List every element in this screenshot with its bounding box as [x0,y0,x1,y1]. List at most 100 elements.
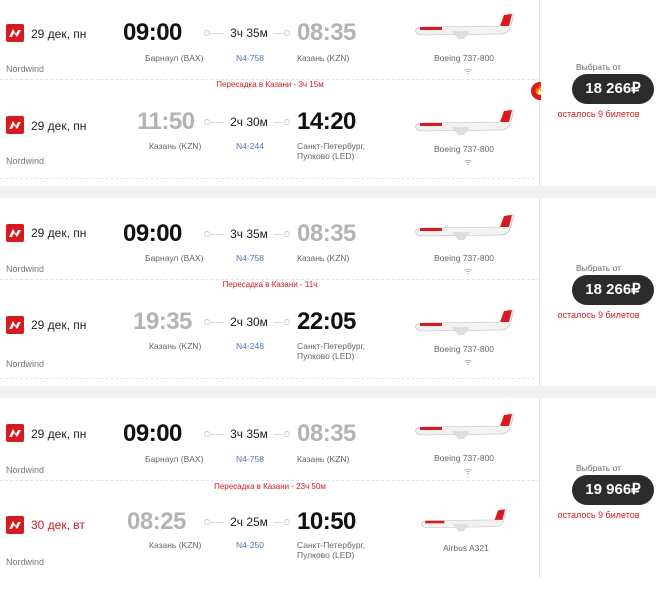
airline-name: Nordwind [6,264,45,274]
route-dot-icon [204,519,210,525]
route-dot-icon [204,119,210,125]
flight-segment: 30 дек, вт Nordwind 08:25 Казань (KZN) 2… [0,494,540,594]
arrival-time: 14:20 [297,108,356,135]
seats-left: осталось 9 билетов [557,310,640,320]
price-panel: Выбрать от 18 266₽ осталось 9 билетов [541,0,656,186]
flight-number[interactable]: N4-248 [230,341,270,351]
airline-name: Nordwind [6,156,45,166]
transfer-info: Пересадка в Казани - 23ч 50м [214,482,326,491]
aircraft-type: Boeing 737-800 [434,453,495,463]
transfer-info: Пересадка в Казани - 3ч 15м [216,80,324,89]
aircraft-type: Boeing 737-800 [434,253,495,263]
departure-time: 09:00 [123,220,182,247]
arrival-time: 08:35 [297,420,356,447]
price-button[interactable]: 18 266₽ [572,74,654,104]
arrival-city: Казань (KZN) [297,454,350,464]
arrival-time: 10:50 [297,508,356,535]
flight-number[interactable]: N4-244 [230,141,270,151]
wifi-icon: ᯤ [464,157,473,167]
aircraft-type: Boeing 737-800 [434,144,495,154]
departure-city: Барнаул (BAX) [145,454,204,464]
price-panel: Выбрать от 18 266₽ осталось 9 билетов [541,198,656,386]
route-dot-icon [204,30,210,36]
arrival-city: Санкт-Петербург, [297,141,365,151]
segment-date: 29 дек, пн [31,427,87,441]
departure-time: 09:00 [123,19,182,46]
flight-duration: 2ч 30м [224,315,274,329]
airline-name: Nordwind [6,557,45,567]
flight-number[interactable]: N4-758 [230,454,270,464]
wifi-icon: ᯤ [464,66,473,76]
flight-number[interactable]: N4-758 [230,53,270,63]
segment-date: 29 дек, пн [31,27,87,41]
aircraft-type: Airbus A321 [443,543,489,553]
offer-card[interactable]: 29 дек, пн Nordwind 09:00 Барнаул (BAX) … [0,398,656,578]
aircraft-type: Boeing 737-800 [434,344,495,354]
arrival-city: Санкт-Петербург, [297,341,365,351]
route-dot-icon [284,431,290,437]
arrival-time: 22:05 [297,308,356,335]
price-button[interactable]: 19 966₽ [572,475,654,505]
route-dot-icon [284,231,290,237]
divider [0,178,540,179]
wifi-icon: ᯤ [464,466,473,476]
airline-name: Nordwind [6,359,45,369]
divider [0,480,540,481]
price-panel: Выбрать от 19 966₽ осталось 9 билетов [541,398,656,578]
offer-card[interactable]: 29 дек, пн Nordwind 09:00 Барнаул (BAX) … [0,198,656,386]
nordwind-logo-icon [6,116,24,134]
flight-duration: 3ч 35м [224,26,274,40]
choose-label: Выбрать от [575,62,622,72]
choose-label: Выбрать от [575,463,622,473]
flight-segment: 29 дек, пн Nordwind 19:35 Казань (KZN) 2… [0,294,540,394]
airplane-icon [412,106,515,136]
route-dot-icon [284,119,290,125]
nordwind-logo-icon [6,424,24,442]
arrival-city: Санкт-Петербург, [297,540,365,550]
flight-results-list: 29 дек, пн Nordwind 09:00 Барнаул (BAX) … [0,0,656,578]
flight-duration: 3ч 35м [224,227,274,241]
nordwind-logo-icon [6,224,24,242]
departure-city: Барнаул (BAX) [145,53,204,63]
route-dot-icon [204,431,210,437]
arrival-time: 08:35 [297,19,356,46]
segment-date: 29 дек, пн [31,226,87,240]
departure-time: 09:00 [123,420,182,447]
segment-date: 30 дек, вт [31,518,85,532]
flight-duration: 3ч 35м [224,427,274,441]
price-button[interactable]: 18 266₽ [572,275,654,305]
route-dot-icon [204,319,210,325]
divider [0,378,540,379]
aircraft-type: Boeing 737-800 [434,53,495,63]
arrival-city: Казань (KZN) [297,53,350,63]
arrival-airport: Пулково (LED) [297,351,355,361]
offer-itinerary: 29 дек, пн Nordwind 09:00 Барнаул (BAX) … [0,0,540,186]
airplane-icon [415,506,510,536]
flight-segment: 29 дек, пн Nordwind 11:50 Казань (KZN) 2… [0,96,540,196]
seats-left: осталось 9 билетов [557,109,640,119]
airplane-icon [412,410,515,440]
arrival-airport: Пулково (LED) [297,151,355,161]
segment-date: 29 дек, пн [31,318,87,332]
departure-city: Барнаул (BAX) [145,253,204,263]
flight-number[interactable]: N4-250 [230,540,270,550]
offer-card[interactable]: 29 дек, пн Nordwind 09:00 Барнаул (BAX) … [0,0,656,186]
segment-date: 29 дек, пн [31,119,87,133]
departure-time: 19:35 [133,308,192,335]
route-dot-icon [204,231,210,237]
flight-number[interactable]: N4-758 [230,253,270,263]
route-dot-icon [284,519,290,525]
airplane-icon [412,306,515,336]
route-dot-icon [284,319,290,325]
arrival-time: 08:35 [297,220,356,247]
nordwind-logo-icon [6,316,24,334]
departure-city: Казань (KZN) [149,341,202,351]
flight-duration: 2ч 30м [224,115,274,129]
airplane-icon [412,10,515,40]
departure-time: 08:25 [127,508,186,535]
route-dot-icon [284,30,290,36]
seats-left: осталось 9 билетов [557,510,640,520]
airline-name: Nordwind [6,64,45,74]
card-separator [0,186,656,198]
nordwind-logo-icon [6,24,24,42]
